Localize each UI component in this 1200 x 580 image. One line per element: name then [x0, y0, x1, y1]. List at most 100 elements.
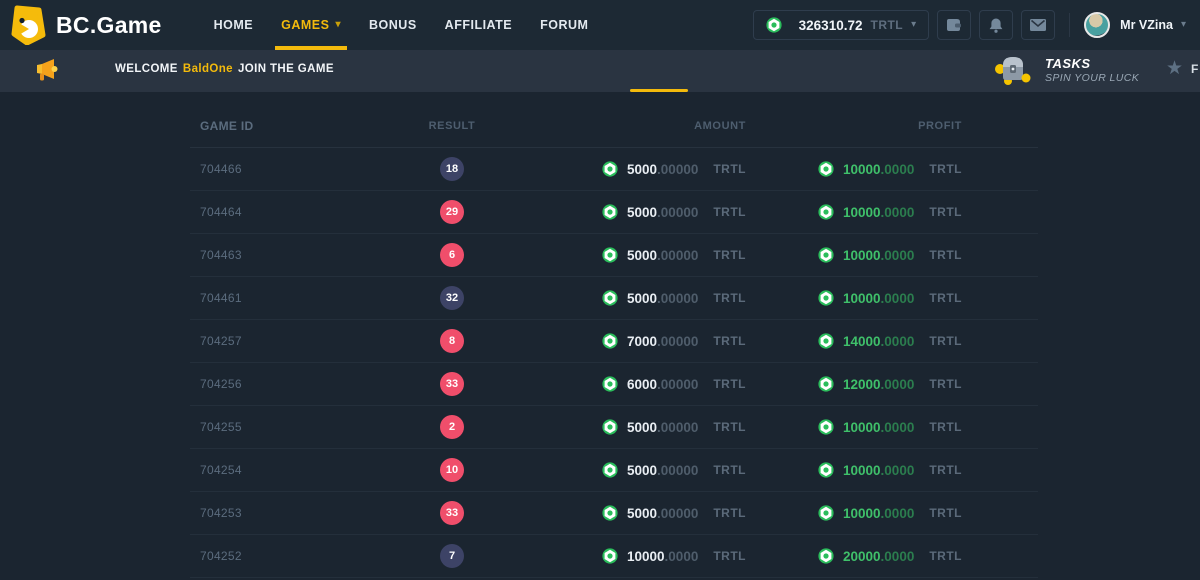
table-row[interactable]: 704252 7 10000.0000 TRTL 20000.0000: [190, 535, 1038, 578]
result-badge: 33: [440, 501, 464, 525]
tasks-title: TASKS: [1045, 56, 1139, 72]
chevron-down-icon: ▾: [911, 20, 916, 30]
amount-cell: 5000.00000 TRTL: [484, 290, 758, 306]
amount-currency: TRTL: [713, 506, 746, 520]
user-name[interactable]: Mr VZina: [1120, 18, 1173, 32]
trtl-coin-icon: [818, 548, 834, 564]
brand-logo[interactable]: BC.Game: [10, 5, 162, 45]
profit-decimals: .0000: [881, 506, 915, 521]
announcement-banner: WELCOME BaldOne JOIN THE GAME TASKS SPIN…: [0, 50, 1200, 92]
game-id: 704461: [190, 291, 420, 305]
amount-cell: 5000.00000 TRTL: [484, 161, 758, 177]
result-badge: 2: [440, 415, 464, 439]
table-row[interactable]: 704461 32 5000.00000 TRTL 10000.0000: [190, 277, 1038, 320]
amount-integer: 5000: [627, 291, 657, 306]
amount-integer: 6000: [627, 377, 657, 392]
game-id: 704464: [190, 205, 420, 219]
amount-decimals: .00000: [657, 334, 698, 349]
table-row[interactable]: 704256 33 6000.00000 TRTL 12000.0000: [190, 363, 1038, 406]
chevron-down-icon[interactable]: ▾: [1181, 20, 1186, 30]
bc-game-logo-icon: [10, 5, 46, 45]
game-id: 704466: [190, 162, 420, 176]
trtl-coin-icon: [602, 419, 618, 435]
profit-cell: 10000.0000 TRTL: [758, 204, 1038, 220]
trtl-coin-icon: [602, 247, 618, 263]
game-id: 704253: [190, 506, 420, 520]
result-badge: 8: [440, 329, 464, 353]
amount-integer: 10000: [627, 549, 665, 564]
profit-integer: 10000: [843, 420, 881, 435]
table-row[interactable]: 704466 18 5000.00000 TRTL 10000.0000: [190, 148, 1038, 191]
messages-button[interactable]: [1021, 10, 1055, 40]
profit-integer: 10000: [843, 291, 881, 306]
table-row[interactable]: 704257 8 7000.00000 TRTL 14000.0000: [190, 320, 1038, 363]
game-id: 704257: [190, 334, 420, 348]
balance-selector[interactable]: 326310.72 TRTL ▾: [753, 10, 930, 40]
nav-item-bonus[interactable]: BONUS: [355, 0, 431, 50]
table-row[interactable]: 704464 29 5000.00000 TRTL 10000.0000: [190, 191, 1038, 234]
amount-decimals: .00000: [657, 463, 698, 478]
amount-integer: 5000: [627, 248, 657, 263]
profit-decimals: .0000: [881, 549, 915, 564]
nav-item-games[interactable]: GAMES ▾: [267, 0, 355, 50]
profit-currency: TRTL: [929, 420, 962, 434]
profit-currency: TRTL: [929, 463, 962, 477]
notifications-button[interactable]: [979, 10, 1013, 40]
star-icon: ★: [1166, 59, 1183, 78]
trtl-coin-icon: [818, 419, 834, 435]
amount-cell: 6000.00000 TRTL: [484, 376, 758, 392]
trtl-coin-icon: [602, 204, 618, 220]
trtl-coin-icon: [602, 333, 618, 349]
profit-cell: 10000.0000 TRTL: [758, 290, 1038, 306]
amount-integer: 5000: [627, 506, 657, 521]
amount-currency: TRTL: [713, 334, 746, 348]
profit-integer: 10000: [843, 162, 881, 177]
profit-decimals: .0000: [881, 162, 915, 177]
profit-currency: TRTL: [929, 205, 962, 219]
welcome-prefix: WELCOME: [115, 63, 178, 75]
table-row[interactable]: 704255 2 5000.00000 TRTL 10000.0000: [190, 406, 1038, 449]
profit-currency: TRTL: [929, 248, 962, 262]
table-row[interactable]: 704463 6 5000.00000 TRTL 10000.0000: [190, 234, 1038, 277]
favorites-shortcut[interactable]: ★ F: [1166, 59, 1198, 78]
table-row[interactable]: 704253 33 5000.00000 TRTL 10000.0000: [190, 492, 1038, 535]
profit-cell: 14000.0000 TRTL: [758, 333, 1038, 349]
welcome-username: BaldOne: [183, 63, 233, 75]
result-badge: 18: [440, 157, 464, 181]
tasks-shortcut[interactable]: TASKS SPIN YOUR LUCK: [993, 53, 1139, 87]
profit-currency: TRTL: [929, 162, 962, 176]
profit-integer: 10000: [843, 506, 881, 521]
topbar-right-cluster: 326310.72 TRTL ▾ Mr VZina ▾: [753, 10, 1186, 40]
profit-integer: 12000: [843, 377, 881, 392]
table-row[interactable]: 704254 10 5000.00000 TRTL 10000.0000: [190, 449, 1038, 492]
welcome-suffix: JOIN THE GAME: [238, 63, 334, 75]
amount-cell: 5000.00000 TRTL: [484, 204, 758, 220]
amount-integer: 5000: [627, 420, 657, 435]
profit-currency: TRTL: [929, 377, 962, 391]
wallet-button[interactable]: [937, 10, 971, 40]
amount-decimals: .00000: [657, 162, 698, 177]
nav-item-home[interactable]: HOME: [200, 0, 268, 50]
amount-cell: 5000.00000 TRTL: [484, 505, 758, 521]
amount-cell: 7000.00000 TRTL: [484, 333, 758, 349]
amount-decimals: .00000: [657, 506, 698, 521]
trtl-coin-icon: [602, 548, 618, 564]
trtl-coin-icon: [602, 161, 618, 177]
user-avatar[interactable]: [1084, 12, 1110, 38]
trtl-coin-icon: [602, 290, 618, 306]
profit-decimals: .0000: [881, 420, 915, 435]
result-badge: 29: [440, 200, 464, 224]
profit-decimals: .0000: [881, 334, 915, 349]
nav-item-forum[interactable]: FORUM: [526, 0, 602, 50]
trtl-coin-icon: [818, 505, 834, 521]
trtl-coin-icon: [818, 161, 834, 177]
profit-integer: 20000: [843, 549, 881, 564]
amount-currency: TRTL: [713, 291, 746, 305]
mail-icon: [1029, 18, 1047, 32]
game-id: 704463: [190, 248, 420, 262]
profit-currency: TRTL: [929, 334, 962, 348]
profit-integer: 10000: [843, 463, 881, 478]
trtl-coin-icon: [818, 247, 834, 263]
nav-item-affiliate[interactable]: AFFILIATE: [431, 0, 526, 50]
trtl-coin-icon: [602, 505, 618, 521]
